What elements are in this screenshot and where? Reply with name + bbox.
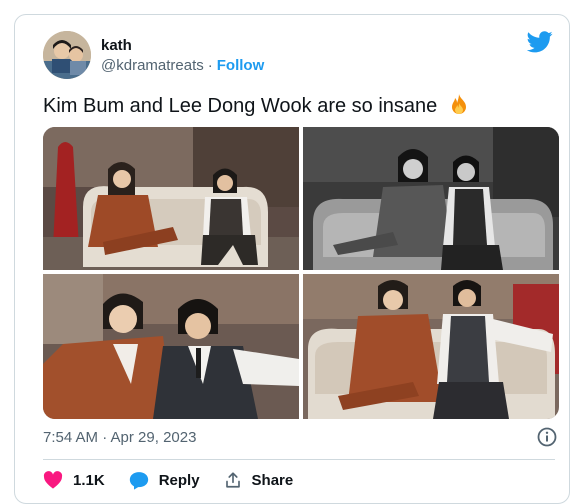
photo-grid	[43, 127, 559, 419]
photo-3[interactable]	[43, 274, 299, 419]
twitter-bird-icon[interactable]	[526, 31, 553, 53]
info-icon[interactable]	[536, 426, 558, 448]
tweet-timestamp[interactable]: 7:54 AM · Apr 29, 2023	[43, 429, 196, 446]
heart-icon	[43, 471, 63, 489]
photo-1[interactable]	[43, 127, 299, 270]
share-button[interactable]: Share	[224, 471, 294, 489]
share-icon	[225, 472, 240, 488]
author-handle[interactable]: @kdramatreats	[101, 57, 204, 74]
like-count: 1.1K	[73, 471, 105, 489]
tweet-body: Kim Bum and Lee Dong Wook are so insane	[43, 95, 438, 117]
divider	[43, 459, 555, 460]
avatar[interactable]	[43, 31, 91, 79]
follow-button[interactable]: Follow	[217, 57, 265, 74]
fire-icon	[449, 93, 469, 115]
reply-button[interactable]: Reply	[129, 471, 200, 490]
like-button[interactable]: 1.1K	[43, 471, 105, 489]
reply-label: Reply	[158, 471, 200, 489]
photo-4[interactable]	[303, 274, 559, 419]
action-bar: 1.1K Reply Share	[43, 468, 317, 492]
separator: ·	[207, 57, 213, 74]
tweet-card: kath @kdramatreats · Follow Kim Bum and Le…	[14, 14, 570, 504]
tweet-text: Kim Bum and Lee Dong Wook are so insane	[43, 93, 469, 118]
reply-bubble-icon	[129, 471, 148, 490]
photo-2[interactable]	[303, 127, 559, 270]
author-name[interactable]: kath	[101, 37, 132, 54]
author-meta: @kdramatreats · Follow	[101, 57, 264, 74]
share-label: Share	[251, 471, 294, 489]
